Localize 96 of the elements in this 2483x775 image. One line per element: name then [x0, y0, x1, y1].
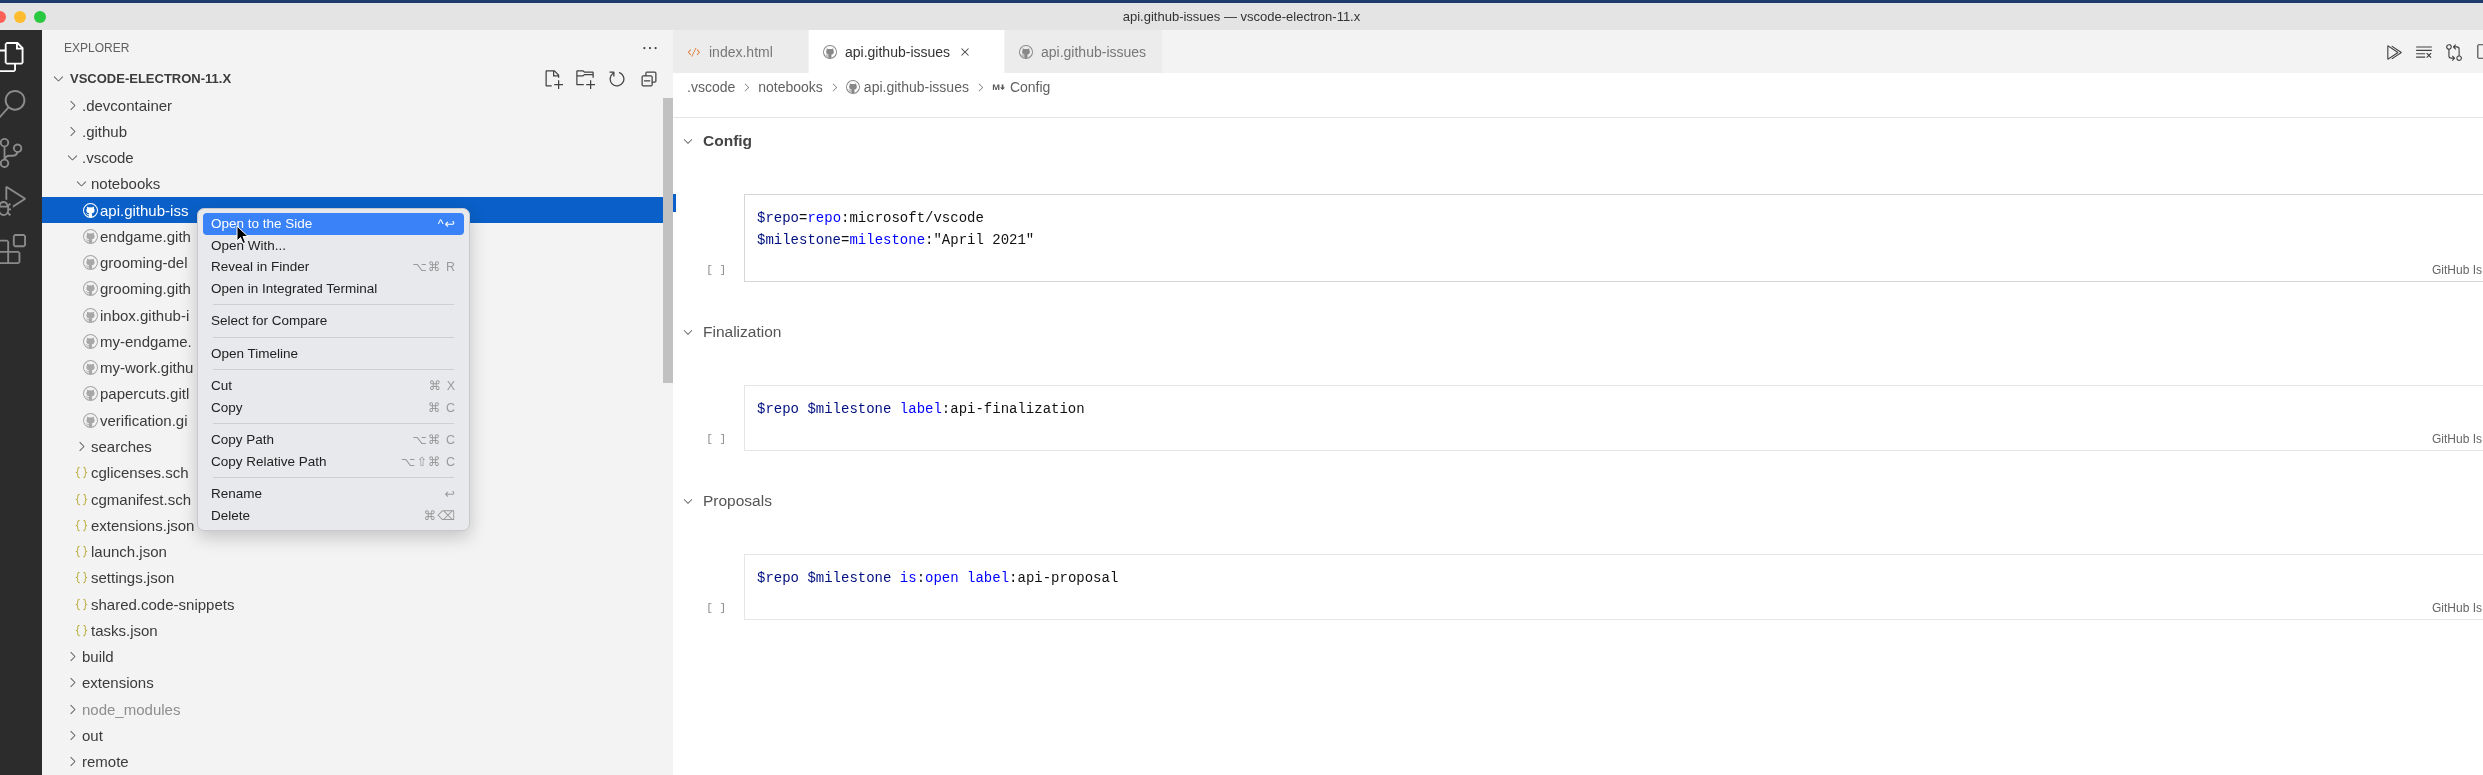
braces-icon — [73, 544, 89, 560]
menu-item[interactable]: Open in Integrated Terminal — [203, 277, 464, 299]
tree-item[interactable]: api.github-iss — [100, 201, 189, 219]
menu-item[interactable]: Reveal in Finder ⌥⌘ R — [203, 256, 464, 278]
tree-item[interactable]: .vscode — [82, 149, 134, 167]
github-icon — [82, 202, 98, 218]
code-cell[interactable]: $repo $milestone is:open label:api-proposal GitHub Is — [744, 554, 2483, 620]
tab-label: api.github-issues — [1041, 43, 1147, 60]
braces-icon — [73, 517, 89, 533]
code-cell[interactable]: $repo $milestone label:api-finalization GitHub Is — [744, 385, 2483, 451]
new-folder-icon[interactable] — [575, 68, 595, 89]
breadcrumb[interactable]: Config — [1009, 79, 1051, 95]
tree-item[interactable]: endgame.gith — [100, 227, 191, 245]
tree-item[interactable]: out — [82, 726, 103, 744]
menu-item[interactable]: Copy ⌘ C — [203, 396, 464, 418]
tab-label: api.github-issues — [845, 43, 951, 60]
github-icon — [82, 360, 98, 376]
code-line: $milestone=milestone:"April 2021" — [757, 231, 1036, 250]
tree-item[interactable]: shared.code-snippets — [91, 595, 235, 613]
github-icon — [82, 386, 98, 402]
tree-item[interactable]: grooming.gith — [100, 280, 191, 298]
breadcrumb[interactable]: api.github-issues — [863, 79, 969, 95]
breadcrumb[interactable]: .vscode — [687, 79, 736, 95]
section-heading: Config — [703, 132, 753, 150]
menu-item[interactable]: Select for Compare — [203, 310, 464, 332]
code-line: $repo $milestone is:open label:api-proposal — [757, 569, 1120, 588]
explorer-icon[interactable] — [0, 42, 26, 72]
tree-item[interactable]: searches — [91, 438, 152, 455]
tree-item[interactable]: cgmanifest.sch — [91, 490, 192, 508]
github-icon — [823, 44, 837, 59]
cell-language[interactable]: GitHub Is — [2432, 601, 2482, 615]
cell-language[interactable]: GitHub Is — [2432, 263, 2482, 277]
workspace-title[interactable]: VSCODE-ELECTRON-11.X — [70, 71, 539, 87]
github-icon — [82, 281, 98, 297]
github-icon — [82, 307, 98, 323]
zoom-window-button[interactable] — [34, 10, 46, 23]
tree-item[interactable]: my-endgame. — [100, 332, 192, 350]
tree-item[interactable]: papercuts.gitl — [100, 385, 190, 403]
tree-item[interactable]: inbox.github-i — [100, 306, 190, 324]
tree-item[interactable]: .devcontainer — [82, 96, 173, 114]
tree-item[interactable]: extensions.json — [91, 516, 195, 534]
execution-count: [ ] — [706, 433, 726, 445]
github-icon — [82, 333, 98, 349]
braces-icon — [73, 570, 89, 586]
tree-item[interactable]: verification.gi — [100, 411, 188, 429]
menu-item[interactable]: Cut ⌘ X — [203, 375, 464, 397]
sidebar-title: EXPLORER — [64, 41, 130, 55]
code-line: $repo=repo:microsoft/vscode — [757, 209, 985, 228]
focus-indicator — [673, 194, 676, 212]
breadcrumb[interactable]: notebooks — [758, 79, 823, 95]
editor-tab[interactable]: api.github-issues — [809, 30, 1005, 73]
execution-count: [ ] — [706, 264, 726, 276]
run-icon[interactable] — [0, 186, 26, 216]
tree-item[interactable]: launch.json — [91, 543, 167, 561]
github-icon — [1019, 44, 1033, 59]
tree-item[interactable]: grooming-del — [100, 254, 188, 272]
braces-icon — [73, 596, 89, 612]
scrollbar[interactable] — [663, 98, 673, 383]
window-title: api.github-issues — vscode-electron-11.x — [1121, 9, 1362, 24]
cell-language[interactable]: GitHub Is — [2432, 432, 2482, 446]
editor-tab[interactable]: index.html — [673, 30, 809, 73]
editor-tab[interactable]: api.github-issues — [1005, 30, 1164, 73]
braces-icon — [73, 491, 89, 507]
braces-icon — [73, 465, 89, 481]
menu-item[interactable]: Rename ↩ — [203, 483, 464, 505]
tree-item[interactable]: settings.json — [91, 569, 175, 587]
menu-item[interactable]: Delete ⌘⌫ — [203, 504, 464, 526]
menu-item[interactable]: Open to the Side ^↩ — [203, 213, 464, 235]
code-line: $repo $milestone label:api-finalization — [757, 400, 1086, 419]
code-cell[interactable]: $repo=repo:microsoft/vscode $milestone=milestone:"April 2021" GitHub Is — [744, 194, 2483, 282]
extensions-icon[interactable] — [0, 234, 26, 264]
tree-item[interactable]: my-work.githu — [100, 359, 194, 377]
github-icon — [82, 412, 98, 428]
tab-label: index.html — [709, 43, 773, 60]
new-file-icon[interactable] — [543, 68, 563, 89]
tree-item[interactable]: notebooks — [91, 175, 161, 193]
github-icon — [845, 80, 860, 94]
tree-item[interactable]: tasks.json — [91, 621, 158, 639]
run-all-icon[interactable] — [2385, 42, 2403, 61]
compare-icon[interactable] — [2445, 42, 2463, 61]
tree-item[interactable]: build — [82, 648, 114, 666]
section-heading: Proposals — [703, 492, 772, 510]
menu-item[interactable]: Open Timeline — [203, 342, 464, 364]
github-icon — [82, 255, 98, 271]
execution-count: [ ] — [706, 602, 726, 614]
tree-item[interactable]: extensions — [82, 674, 154, 692]
github-icon — [82, 228, 98, 244]
menu-item[interactable]: Copy Relative Path ⌥⇧⌘ C — [203, 450, 464, 472]
tree-item[interactable]: .github — [82, 122, 128, 140]
tree-item[interactable]: remote — [82, 753, 129, 771]
braces-icon — [73, 622, 89, 638]
tree-item[interactable]: cglicenses.sch — [91, 464, 189, 482]
section-heading: Finalization — [703, 323, 782, 341]
search-icon[interactable] — [0, 90, 26, 120]
menu-item[interactable]: Open With... — [203, 234, 464, 256]
menu-item[interactable]: Copy Path ⌥⌘ C — [203, 429, 464, 451]
